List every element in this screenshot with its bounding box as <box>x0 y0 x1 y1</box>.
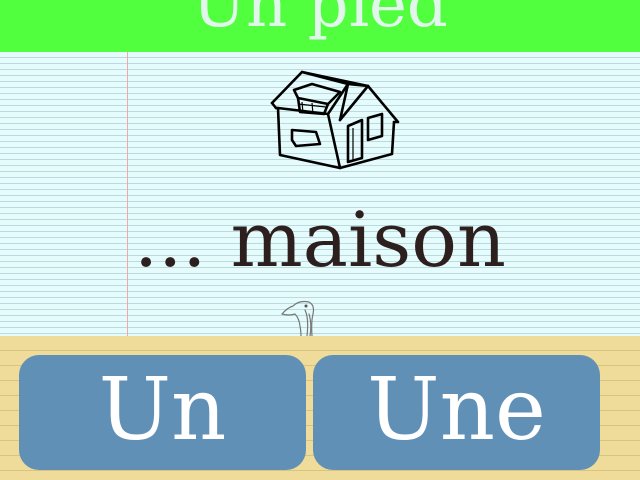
answer-button-un[interactable]: Un <box>19 355 306 470</box>
header-title: Un pied <box>192 0 448 42</box>
answer-button-une[interactable]: Une <box>313 355 600 470</box>
header-bar: Un pied <box>0 0 640 52</box>
question-word: ... maison <box>133 195 507 284</box>
goose-icon <box>281 300 315 336</box>
house-icon <box>270 70 400 170</box>
margin-line <box>127 52 128 336</box>
lined-paper: ... maison <box>0 52 640 336</box>
answer-area: Un Une <box>0 336 640 480</box>
